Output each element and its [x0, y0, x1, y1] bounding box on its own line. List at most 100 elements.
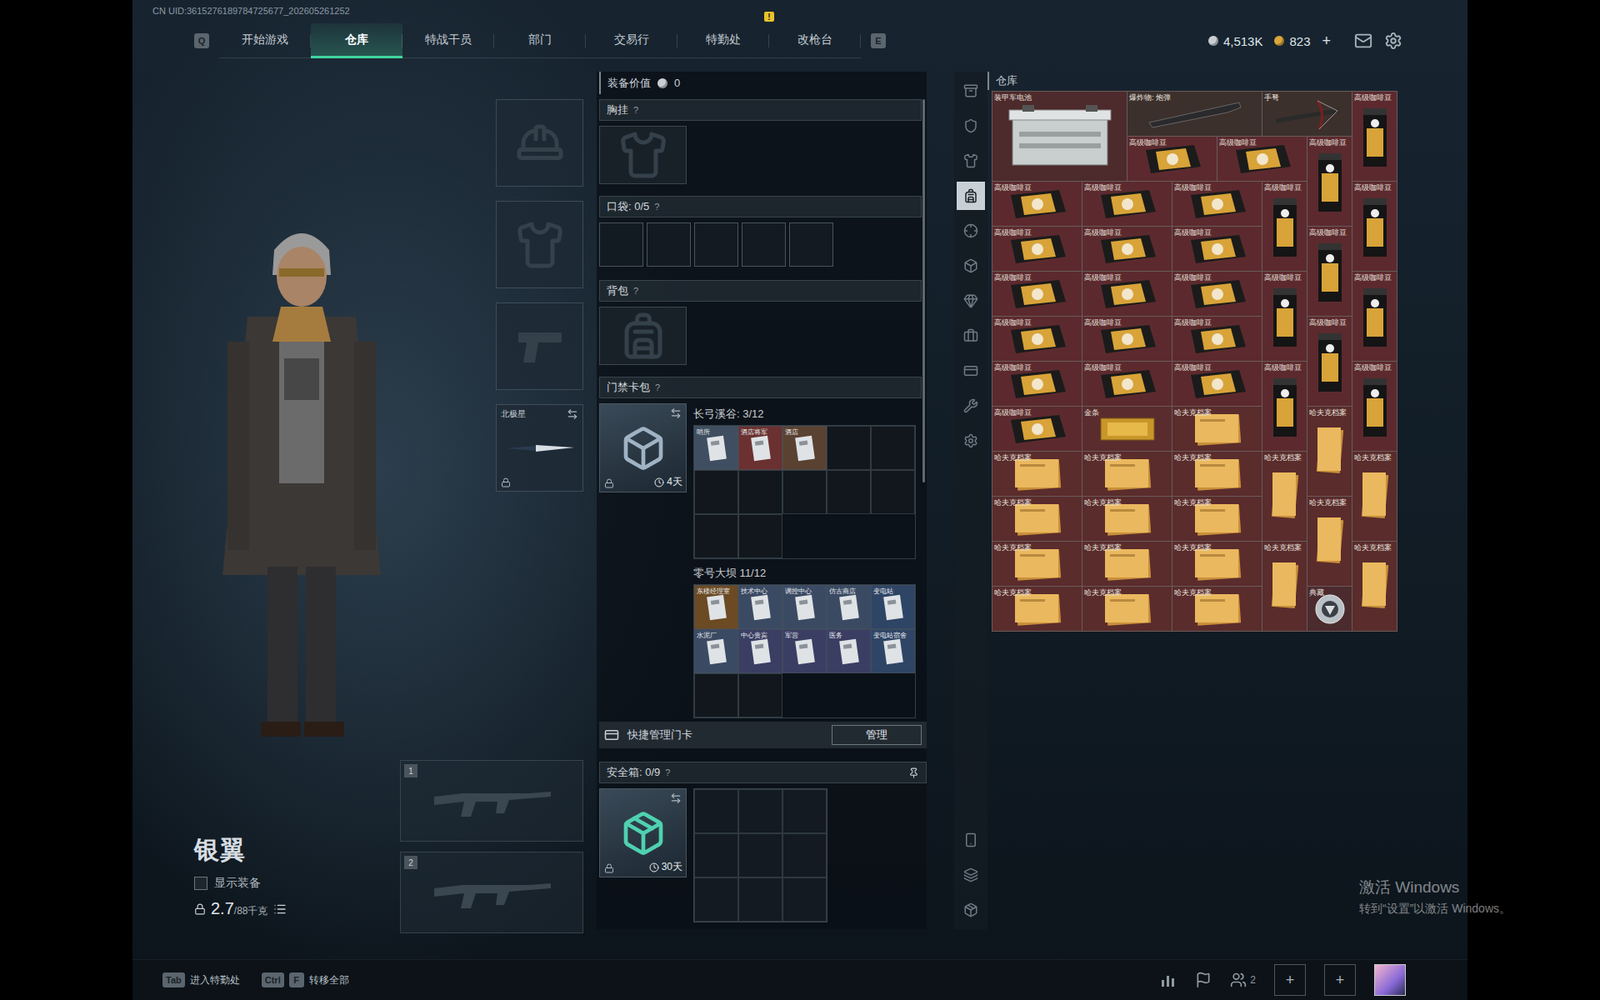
key-hint[interactable]: Tab进入特勤处 — [162, 972, 240, 988]
keycard[interactable]: 变电站宿舍 — [870, 629, 915, 674]
inventory-item[interactable]: 哈夫克档案 — [1172, 496, 1262, 541]
keycard[interactable]: 调控中心 — [782, 585, 827, 630]
inventory-item[interactable]: 哈夫克档案 — [1082, 586, 1172, 631]
equipment-slot[interactable]: 北极星 — [495, 404, 584, 492]
list-icon[interactable] — [273, 902, 287, 916]
swap-icon[interactable] — [670, 407, 682, 420]
keycard-slot[interactable] — [738, 514, 783, 559]
inventory-item[interactable]: 高级咖啡豆 — [1172, 361, 1262, 406]
inventory-item[interactable]: 哈夫克档案 — [1082, 541, 1172, 586]
nav-tab[interactable]: 改枪台 — [769, 23, 861, 59]
inventory-item[interactable]: 高级咖啡豆 — [992, 316, 1082, 361]
inventory-item[interactable]: 高级咖啡豆 — [1352, 181, 1397, 271]
inventory-item[interactable]: 哈夫克档案 — [992, 541, 1082, 586]
gear-icon[interactable] — [1384, 31, 1403, 50]
show-gear-toggle[interactable]: 显示装备 — [194, 875, 400, 891]
inventory-item[interactable]: 高级咖啡豆 — [1352, 271, 1397, 361]
nav-tab[interactable]: 仓库 — [310, 23, 403, 59]
keycard[interactable]: 哨所 — [694, 425, 739, 470]
warehouse-tab[interactable] — [956, 251, 985, 280]
inventory-item[interactable]: 装甲车电池 — [992, 91, 1127, 181]
inventory-item[interactable]: 高级咖啡豆 — [1172, 271, 1262, 316]
warehouse-tab[interactable] — [956, 181, 985, 210]
weapon-slot[interactable]: 2 — [400, 851, 584, 934]
keycard[interactable]: 技术中心 — [738, 585, 783, 630]
equipment-slot[interactable] — [495, 302, 584, 390]
keycard[interactable]: 中心贵宾 — [738, 629, 783, 674]
inventory-item[interactable]: 手弩 — [1262, 91, 1352, 136]
inventory-item[interactable]: 高级咖啡豆 — [992, 361, 1082, 406]
stats-icon[interactable] — [1160, 971, 1177, 989]
safe-slot[interactable] — [738, 877, 783, 922]
safe-slot[interactable] — [738, 789, 783, 834]
equipment-slot[interactable] — [495, 99, 584, 187]
keycard-slot[interactable] — [694, 514, 739, 559]
keycard-slot[interactable] — [738, 470, 783, 515]
inventory-item[interactable]: 爆炸物: 炮弹 — [1127, 91, 1262, 136]
warehouse-tab[interactable] — [956, 426, 985, 455]
inventory-item[interactable]: 高级咖啡豆 — [1352, 361, 1397, 451]
safe-slot[interactable] — [694, 789, 739, 834]
equipment-slot[interactable] — [495, 200, 584, 289]
party-slot[interactable]: + — [1274, 964, 1306, 996]
inventory-item[interactable]: 高级咖啡豆 — [1307, 316, 1352, 406]
inventory-item[interactable]: 高级咖啡豆 — [1262, 361, 1307, 451]
safe-slot[interactable] — [782, 833, 827, 878]
inventory-item[interactable]: 高级咖啡豆 — [1172, 316, 1262, 361]
pocket-slot[interactable] — [694, 222, 739, 267]
inventory-item[interactable]: 高级咖啡豆 — [1262, 181, 1307, 271]
keycard-slot[interactable] — [826, 425, 871, 470]
warehouse-tab[interactable] — [956, 391, 985, 420]
inventory-item[interactable]: 哈夫克档案 — [1172, 586, 1262, 631]
keycard[interactable]: 酒店将军 — [738, 425, 783, 470]
swap-icon[interactable] — [566, 408, 579, 420]
keycard[interactable]: 东楼经理室 — [694, 585, 739, 630]
inventory-item[interactable]: 高级咖啡豆 — [1262, 271, 1307, 361]
inventory-item[interactable]: 哈夫克档案 — [1082, 496, 1172, 541]
swap-icon[interactable] — [670, 792, 682, 805]
checkbox[interactable] — [194, 876, 208, 890]
inventory-item[interactable]: 高级咖啡豆 — [1082, 181, 1172, 226]
player-avatar[interactable] — [1374, 964, 1406, 996]
warehouse-tool[interactable] — [956, 825, 985, 855]
scroll-thumb[interactable] — [922, 99, 925, 483]
keycard-slot[interactable] — [694, 470, 739, 515]
keycard-slot[interactable] — [782, 470, 827, 515]
warehouse-tab[interactable] — [956, 356, 985, 385]
inventory-item[interactable]: 哈夫克档案 — [992, 586, 1082, 631]
inventory-item[interactable]: 高级咖啡豆 — [992, 181, 1082, 226]
safe-slot[interactable] — [694, 833, 739, 878]
inventory-item[interactable]: 金条 — [1082, 406, 1172, 451]
inventory-item[interactable]: 哈夫克档案 — [1352, 451, 1397, 541]
warehouse-tab[interactable] — [956, 216, 985, 245]
nav-prev-key[interactable]: Q — [194, 33, 210, 49]
safe-slot[interactable] — [782, 789, 827, 834]
safe-slot[interactable] — [738, 833, 783, 878]
inventory-item[interactable]: 哈夫克档案 — [1172, 541, 1262, 586]
inventory-item[interactable]: 哈夫克档案 — [1307, 406, 1352, 496]
inventory-item[interactable]: 哈夫克档案 — [1352, 541, 1397, 631]
inventory-item[interactable]: 哈夫克档案 — [992, 496, 1082, 541]
inventory-item[interactable]: 高级咖啡豆 — [1352, 91, 1397, 181]
pocket-slot[interactable] — [599, 222, 644, 267]
warehouse-tool[interactable] — [956, 895, 985, 925]
inventory-item[interactable]: 典藏 — [1307, 586, 1352, 631]
inventory-item[interactable]: 哈夫克档案 — [1307, 496, 1352, 586]
keycard-slot[interactable] — [738, 673, 783, 718]
inventory-item[interactable]: 高级咖啡豆 — [1217, 136, 1307, 181]
nav-tab[interactable]: 开始游戏 — [219, 23, 311, 59]
inventory-item[interactable]: 高级咖啡豆 — [992, 406, 1082, 451]
scrollbar[interactable] — [921, 94, 927, 719]
keycard[interactable]: 变电站 — [870, 585, 915, 630]
safe-slot[interactable] — [694, 877, 739, 922]
inventory-item[interactable]: 高级咖啡豆 — [1307, 136, 1352, 226]
nav-tab[interactable]: 交易行 — [585, 23, 678, 59]
chest-rig-slot[interactable] — [599, 125, 687, 185]
add-currency-button[interactable]: + — [1321, 32, 1331, 50]
key-hint[interactable]: CtrlF转移全部 — [261, 972, 350, 988]
backpack-slot[interactable] — [599, 306, 687, 365]
keycard-slot[interactable] — [870, 425, 915, 470]
keycard[interactable]: 酒店 — [782, 425, 827, 470]
inventory-item[interactable]: 高级咖啡豆 — [992, 271, 1082, 316]
manage-button[interactable]: 管理 — [831, 725, 922, 745]
